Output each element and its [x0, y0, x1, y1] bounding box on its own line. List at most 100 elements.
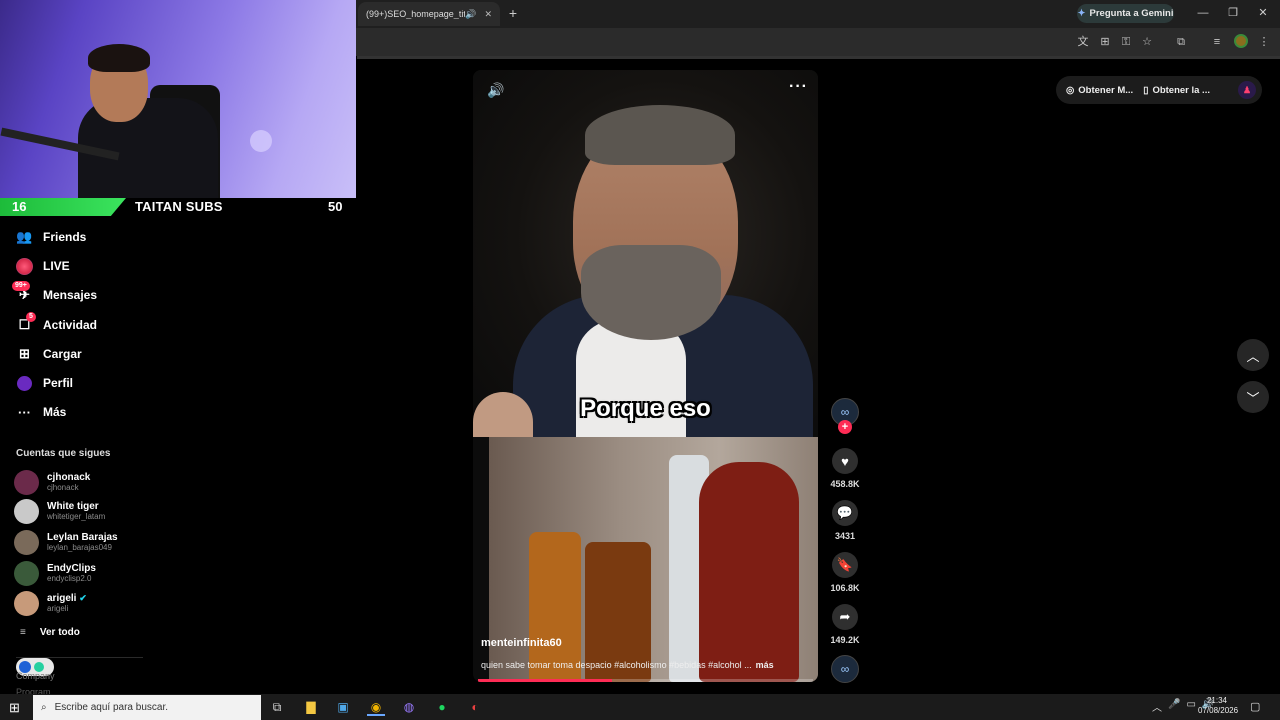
search-icon: ⌕: [41, 702, 47, 713]
avatar: [14, 498, 39, 524]
microphone-icon[interactable]: 🎤: [1168, 699, 1180, 714]
following-account[interactable]: arigeli ✔ arigeli: [14, 589, 87, 617]
nav-label: Actividad: [43, 318, 98, 332]
taskbar-search[interactable]: ⌕ Escribe aquí para buscar.: [33, 695, 261, 720]
gemini-button[interactable]: ✦ Pregunta a Gemini: [1077, 4, 1174, 23]
next-video-button[interactable]: ﹀: [1237, 381, 1269, 413]
file-explorer-icon[interactable]: ▇: [302, 698, 320, 716]
following-heading: Cuentas que sigues: [16, 448, 111, 459]
bookmark-icon[interactable]: 🔖: [832, 552, 858, 578]
following-account[interactable]: White tiger whitetiger_latam: [14, 497, 105, 525]
nav-profile[interactable]: Perfil: [16, 372, 73, 394]
comment-icon[interactable]: 💬: [832, 500, 858, 526]
speaker-icon[interactable]: 🔊: [465, 9, 476, 20]
nav-friends[interactable]: 👥 Friends: [16, 226, 86, 248]
password-key-icon[interactable]: ⚿: [1119, 35, 1133, 49]
chevron-down-icon: ﹀: [1246, 390, 1260, 406]
windows-start-icon[interactable]: ⊞: [9, 700, 20, 716]
notifications-icon[interactable]: ▢: [1250, 700, 1260, 713]
media-queue-icon[interactable]: ≡: [1210, 35, 1224, 49]
follow-plus-icon[interactable]: +: [838, 420, 852, 434]
share-icon[interactable]: ➦: [832, 604, 858, 630]
install-icon[interactable]: ⊞: [1098, 35, 1112, 49]
nav-label: Cargar: [43, 347, 82, 361]
messages-badge: 99+: [12, 280, 30, 291]
extensions-icon[interactable]: ⧉: [1174, 35, 1188, 49]
new-tab-button[interactable]: +: [505, 5, 521, 21]
chrome-icon[interactable]: ◉: [367, 698, 385, 716]
account-handle: leylan_barajas049: [47, 543, 112, 552]
restore-icon[interactable]: ❐: [1224, 5, 1242, 21]
avatar: [14, 590, 39, 616]
live-icon: [16, 257, 33, 275]
store-icon[interactable]: ▣: [334, 698, 352, 716]
obs-icon[interactable]: ◍: [400, 698, 418, 716]
browser-tab[interactable]: (99+)SEO_homepage_title 🔊 ✕: [358, 2, 500, 26]
save-count: 106.8K: [830, 583, 860, 593]
gemini-icon: ✦: [1077, 8, 1086, 19]
video-progress-bar[interactable]: [478, 679, 813, 682]
share-count: 149.2K: [830, 635, 860, 645]
save-action[interactable]: 🔖 106.8K: [829, 552, 861, 593]
chevron-up-icon: ︿: [1246, 348, 1260, 364]
speaker-hair: [585, 105, 735, 165]
sub-goal-target: 50: [328, 199, 343, 214]
volume-icon[interactable]: 🔊: [487, 82, 504, 99]
get-app-button[interactable]: ▯ Obtener la ...: [1143, 85, 1210, 96]
video-options-icon[interactable]: ···: [789, 78, 808, 96]
sub-goal-label: TAITAN SUBS: [135, 199, 223, 214]
webcam-overlay: [0, 0, 356, 198]
coin-outline-icon: ◎: [1066, 84, 1075, 96]
upload-icon: ⊞: [19, 346, 30, 361]
video-author[interactable]: menteinfinita60: [481, 637, 562, 649]
streaming-app-icon[interactable]: ◐: [466, 698, 484, 716]
video-player[interactable]: Porque eso 🔊 ··· menteinfinita60 quien s…: [473, 70, 818, 682]
previous-video-button[interactable]: ︿: [1237, 339, 1269, 371]
task-view-icon[interactable]: ⧉: [268, 698, 286, 716]
see-more-link[interactable]: más: [756, 660, 774, 670]
nav-more[interactable]: ··· Más: [16, 401, 66, 423]
gemini-label: Pregunta a Gemini: [1089, 8, 1174, 19]
taskbar-clock[interactable]: 21:34 07/08/2026: [1198, 696, 1239, 716]
following-account[interactable]: cjhonack cjhonack: [14, 468, 90, 496]
kebab-menu-icon[interactable]: ⋮: [1257, 35, 1271, 49]
comment-action[interactable]: 💬 3431: [829, 500, 861, 541]
account-name: EndyClips: [47, 563, 96, 574]
profile-avatar-icon[interactable]: [1234, 34, 1248, 48]
nav-upload[interactable]: ⊞ Cargar: [16, 343, 82, 365]
video-caption: Porque eso: [580, 395, 711, 422]
close-window-icon[interactable]: ✕: [1254, 5, 1272, 21]
bookmark-star-icon[interactable]: ☆: [1140, 35, 1154, 49]
clock-date: 07/08/2026: [1198, 706, 1239, 715]
tray-chevron-icon[interactable]: ︿: [1152, 699, 1162, 714]
nav-live[interactable]: LIVE: [16, 255, 70, 277]
network-icon[interactable]: ▭: [1186, 699, 1195, 714]
close-tab-icon[interactable]: ✕: [484, 9, 492, 20]
nav-activity[interactable]: ☐ 5 Actividad: [16, 311, 98, 336]
translate-icon[interactable]: 文: [1076, 35, 1090, 49]
account-handle: arigeli: [47, 604, 69, 613]
avatar: [14, 560, 39, 586]
sub-goal-current: 16: [12, 199, 27, 214]
music-disc-icon[interactable]: ∞: [831, 655, 859, 683]
nav-label: Más: [43, 405, 67, 419]
account-name: Leylan Barajas: [47, 532, 118, 543]
following-account[interactable]: Leylan Barajas leylan_barajas049: [14, 528, 118, 556]
account-name: arigeli ✔: [47, 593, 87, 604]
see-all-label: Ver todo: [39, 627, 80, 638]
following-account[interactable]: EndyClips endyclisp2.0: [14, 559, 96, 587]
share-action[interactable]: ➦ 149.2K: [829, 604, 861, 645]
video-frame-top: [473, 70, 818, 437]
nav-messages[interactable]: ✈ 99+ Mensajes: [12, 280, 98, 306]
nav-label: Mensajes: [43, 288, 98, 302]
comment-count: 3431: [834, 531, 856, 541]
footer-company-link[interactable]: Company: [16, 671, 55, 681]
hennessy-bottle: [699, 462, 799, 682]
spotify-icon[interactable]: ●: [433, 698, 451, 716]
minimize-icon[interactable]: —: [1194, 5, 1212, 21]
like-action[interactable]: ♥ 458.8K: [829, 448, 861, 489]
get-coins-button[interactable]: ◎ Obtener M...: [1066, 85, 1133, 96]
see-all-link[interactable]: ≡ Ver todo: [20, 627, 80, 638]
user-avatar-icon[interactable]: ♟: [1238, 81, 1256, 99]
heart-icon[interactable]: ♥: [832, 448, 858, 474]
